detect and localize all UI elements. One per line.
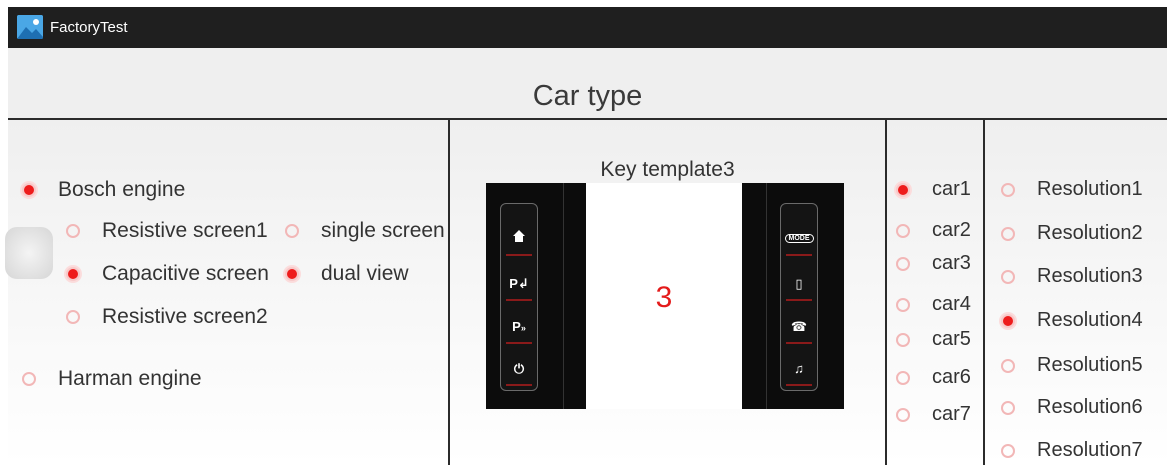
radio-capacitive-screen[interactable]: Capacitive screen — [66, 262, 269, 286]
app-titlebar: FactoryTest — [0, 0, 1167, 48]
radio-label: dual view — [321, 262, 409, 285]
radio-resolution2[interactable]: Resolution2 — [1001, 222, 1143, 245]
radio-indicator — [896, 256, 910, 271]
right-key-column: MODE ▯ ☎ ♫ — [780, 203, 818, 391]
radio-car3[interactable]: car3 — [896, 252, 971, 275]
radio-car7[interactable]: car7 — [896, 403, 971, 426]
radio-label: Resistive screen2 — [102, 305, 268, 328]
radio-indicator — [896, 332, 910, 347]
phone-icon: ☎ — [781, 312, 817, 344]
radio-label: car3 — [932, 252, 971, 274]
radio-resolution1[interactable]: Resolution1 — [1001, 178, 1143, 201]
radio-label: car5 — [932, 328, 971, 350]
radio-label: Resistive screen1 — [102, 219, 268, 242]
radio-label: Resolution7 — [1037, 439, 1143, 461]
page-header: Car type — [8, 48, 1167, 120]
radio-indicator — [896, 223, 910, 238]
radio-label: Resolution5 — [1037, 354, 1143, 376]
park-sensor-icon: P» — [501, 312, 537, 344]
left-key-column: P↲ P» ⏻ — [500, 203, 538, 391]
page-title: Car type — [532, 80, 643, 112]
radio-resolution3[interactable]: Resolution3 — [1001, 265, 1143, 288]
radio-car6[interactable]: car6 — [896, 366, 971, 389]
radio-indicator — [1001, 443, 1015, 458]
radio-indicator — [285, 224, 299, 238]
radio-indicator — [896, 297, 910, 312]
media-icon: ▯ — [781, 269, 817, 301]
radio-dual-view[interactable]: dual view — [285, 262, 409, 286]
radio-indicator — [1001, 182, 1015, 197]
radio-indicator — [1001, 400, 1015, 415]
radio-indicator — [1001, 313, 1015, 328]
radio-label: Resolution4 — [1037, 309, 1143, 331]
radio-label: Resolution6 — [1037, 396, 1143, 418]
radio-label: Resolution2 — [1037, 222, 1143, 244]
radio-car1[interactable]: car1 — [896, 178, 971, 201]
key-template-title: Key template3 — [600, 158, 735, 181]
divider — [563, 183, 564, 409]
template-number: 3 — [655, 281, 673, 314]
radio-indicator — [66, 224, 80, 238]
park-assist-icon: P↲ — [501, 269, 537, 301]
radio-harman-engine[interactable]: Harman engine — [22, 367, 202, 391]
radio-car4[interactable]: car4 — [896, 293, 971, 316]
key-template-preview[interactable]: P↲ P» ⏻ 3 MODE ▯ ☎ ♫ — [486, 183, 844, 409]
radio-indicator — [22, 372, 36, 386]
radio-label: Bosch engine — [58, 178, 186, 201]
radio-label: car2 — [932, 219, 971, 241]
radio-resolution7[interactable]: Resolution7 — [1001, 439, 1143, 462]
floating-button[interactable] — [5, 227, 53, 279]
app-title: FactoryTest — [50, 19, 128, 36]
gallery-icon — [17, 15, 43, 39]
radio-bosch-engine[interactable]: Bosch engine — [22, 178, 185, 202]
radio-label: car4 — [932, 293, 971, 315]
radio-indicator — [1001, 358, 1015, 373]
radio-resolution4[interactable]: Resolution4 — [1001, 309, 1143, 332]
radio-car5[interactable]: car5 — [896, 328, 971, 351]
home-icon — [501, 224, 537, 256]
titlebar-background: FactoryTest — [8, 7, 1167, 48]
divider — [766, 183, 767, 409]
radio-label: Harman engine — [58, 367, 202, 390]
radio-label: Resolution3 — [1037, 265, 1143, 287]
radio-label: car7 — [932, 403, 971, 425]
radio-indicator — [66, 310, 80, 324]
radio-indicator — [1001, 269, 1015, 284]
key-template-panel: Key template3 P↲ P» ⏻ 3 MODE ▯ ☎ ♫ — [450, 120, 885, 465]
radio-resistive-screen1[interactable]: Resistive screen1 — [66, 219, 268, 243]
radio-label: single screen — [321, 219, 445, 242]
radio-car2[interactable]: car2 — [896, 219, 971, 242]
radio-single-screen[interactable]: single screen — [285, 219, 445, 243]
template-display: 3 — [586, 183, 742, 409]
radio-indicator — [285, 267, 299, 281]
radio-label: Capacitive screen — [102, 262, 269, 285]
radio-label: car6 — [932, 366, 971, 388]
radio-resistive-screen2[interactable]: Resistive screen2 — [66, 305, 268, 329]
radio-resolution6[interactable]: Resolution6 — [1001, 396, 1143, 419]
engine-panel — [8, 120, 448, 465]
radio-indicator — [896, 407, 910, 422]
radio-indicator — [22, 183, 36, 197]
radio-indicator — [896, 182, 910, 197]
radio-indicator — [66, 267, 80, 281]
radio-label: car1 — [932, 178, 971, 200]
radio-resolution5[interactable]: Resolution5 — [1001, 354, 1143, 377]
radio-label: Resolution1 — [1037, 178, 1143, 200]
radio-indicator — [1001, 226, 1015, 241]
mode-icon: MODE — [781, 224, 817, 256]
power-icon: ⏻ — [501, 354, 537, 386]
radio-indicator — [896, 370, 910, 385]
music-icon: ♫ — [781, 354, 817, 386]
